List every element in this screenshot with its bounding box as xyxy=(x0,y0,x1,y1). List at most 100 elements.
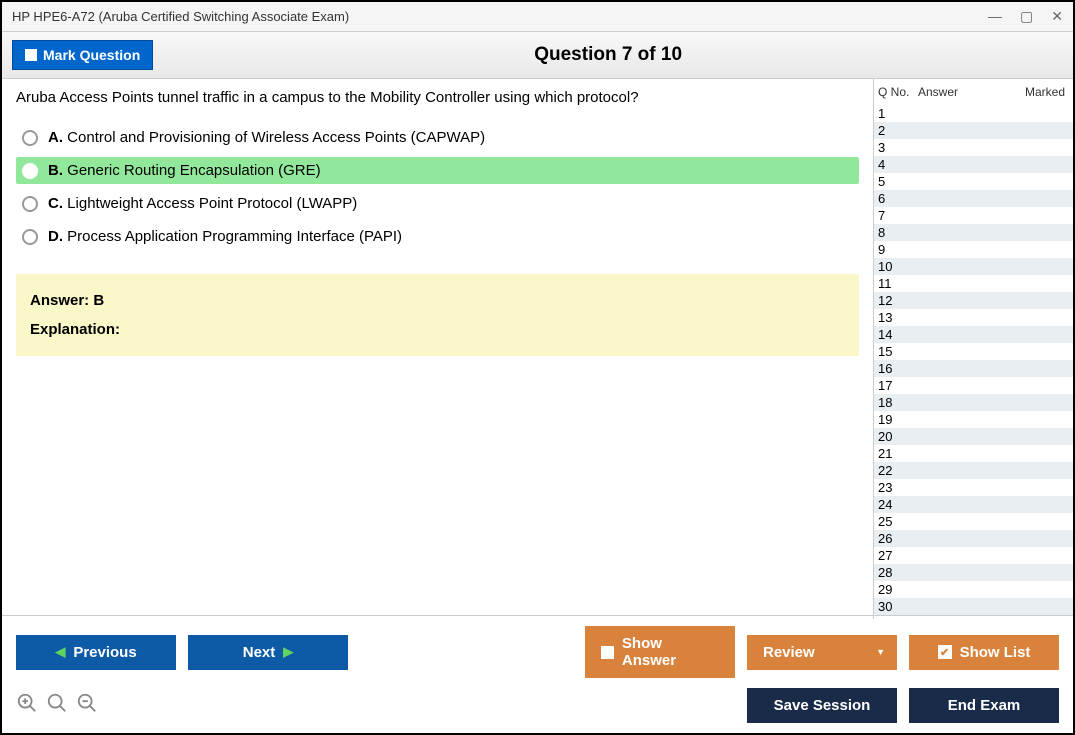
end-exam-button[interactable]: End Exam xyxy=(909,688,1059,723)
zoom-in-icon[interactable] xyxy=(16,692,38,720)
grid-row[interactable]: 28 xyxy=(874,564,1073,581)
previous-label: Previous xyxy=(73,644,136,661)
grid-qno: 11 xyxy=(878,276,918,291)
chevron-right-icon: ▶ xyxy=(283,644,293,660)
show-answer-button[interactable]: Show Answer xyxy=(585,626,735,678)
footer-row-1: ◀ Previous Next ▶ Show Answer Review ▼ ✔… xyxy=(16,626,1059,678)
grid-qno: 24 xyxy=(878,497,918,512)
choice-C[interactable]: C. Lightweight Access Point Protocol (LW… xyxy=(16,190,859,217)
grid-qno: 26 xyxy=(878,531,918,546)
grid-row[interactable]: 1 xyxy=(874,105,1073,122)
choice-label: D. Process Application Programming Inter… xyxy=(48,228,402,245)
grid-row[interactable]: 19 xyxy=(874,411,1073,428)
footer: ◀ Previous Next ▶ Show Answer Review ▼ ✔… xyxy=(2,615,1073,733)
grid-row[interactable]: 5 xyxy=(874,173,1073,190)
choice-label: A. Control and Provisioning of Wireless … xyxy=(48,129,485,146)
grid-row[interactable]: 22 xyxy=(874,462,1073,479)
close-icon[interactable]: ✕ xyxy=(1051,8,1063,25)
zoom-out-icon[interactable] xyxy=(76,692,98,720)
next-button[interactable]: Next ▶ xyxy=(188,635,348,670)
choice-A[interactable]: A. Control and Provisioning of Wireless … xyxy=(16,124,859,151)
grid-qno: 9 xyxy=(878,242,918,257)
grid-row[interactable]: 11 xyxy=(874,275,1073,292)
question-list-panel: Q No. Answer Marked 12345678910111213141… xyxy=(873,79,1073,619)
minimize-icon[interactable]: — xyxy=(988,8,1002,25)
grid-row[interactable]: 30 xyxy=(874,598,1073,615)
grid-qno: 10 xyxy=(878,259,918,274)
chevron-left-icon: ◀ xyxy=(55,644,65,660)
grid-row[interactable]: 20 xyxy=(874,428,1073,445)
save-session-button[interactable]: Save Session xyxy=(747,688,897,723)
grid-row[interactable]: 14 xyxy=(874,326,1073,343)
grid-row[interactable]: 7 xyxy=(874,207,1073,224)
previous-button[interactable]: ◀ Previous xyxy=(16,635,176,670)
grid-qno: 8 xyxy=(878,225,918,240)
grid-qno: 3 xyxy=(878,140,918,155)
maximize-icon[interactable]: ▢ xyxy=(1020,8,1033,25)
end-exam-label: End Exam xyxy=(948,697,1021,714)
question-grid[interactable]: 1234567891011121314151617181920212223242… xyxy=(874,105,1073,619)
grid-qno: 12 xyxy=(878,293,918,308)
grid-row[interactable]: 4 xyxy=(874,156,1073,173)
next-label: Next xyxy=(243,644,276,661)
window-controls: — ▢ ✕ xyxy=(988,8,1063,25)
header-bar: Mark Question Question 7 of 10 xyxy=(2,32,1073,79)
choice-label: B. Generic Routing Encapsulation (GRE) xyxy=(48,162,321,179)
grid-row[interactable]: 9 xyxy=(874,241,1073,258)
checkbox-icon xyxy=(601,646,614,659)
grid-row[interactable]: 8 xyxy=(874,224,1073,241)
radio-icon xyxy=(22,229,38,245)
chevron-down-icon: ▼ xyxy=(876,647,885,657)
col-answer: Answer xyxy=(918,85,1014,99)
show-list-button[interactable]: ✔ Show List xyxy=(909,635,1059,670)
col-marked: Marked xyxy=(1014,85,1069,99)
save-session-label: Save Session xyxy=(774,697,871,714)
grid-qno: 16 xyxy=(878,361,918,376)
grid-row[interactable]: 26 xyxy=(874,530,1073,547)
grid-row[interactable]: 25 xyxy=(874,513,1073,530)
grid-qno: 2 xyxy=(878,123,918,138)
show-answer-label: Show Answer xyxy=(622,635,719,669)
grid-row[interactable]: 3 xyxy=(874,139,1073,156)
grid-row[interactable]: 12 xyxy=(874,292,1073,309)
grid-row[interactable]: 27 xyxy=(874,547,1073,564)
review-label: Review xyxy=(763,644,815,661)
grid-header: Q No. Answer Marked xyxy=(874,79,1073,105)
answer-label: Answer: B xyxy=(30,292,845,309)
radio-icon xyxy=(22,130,38,146)
zoom-controls xyxy=(16,692,98,720)
grid-row[interactable]: 23 xyxy=(874,479,1073,496)
col-qno: Q No. xyxy=(878,85,918,99)
question-panel: Aruba Access Points tunnel traffic in a … xyxy=(2,79,873,619)
checkbox-icon xyxy=(25,49,37,61)
footer-row-2: Save Session End Exam xyxy=(16,688,1059,723)
grid-qno: 1 xyxy=(878,106,918,121)
grid-row[interactable]: 16 xyxy=(874,360,1073,377)
grid-row[interactable]: 29 xyxy=(874,581,1073,598)
choice-B[interactable]: B. Generic Routing Encapsulation (GRE) xyxy=(16,157,859,184)
zoom-reset-icon[interactable] xyxy=(46,692,68,720)
grid-row[interactable]: 15 xyxy=(874,343,1073,360)
grid-qno: 21 xyxy=(878,446,918,461)
grid-qno: 19 xyxy=(878,412,918,427)
grid-qno: 7 xyxy=(878,208,918,223)
answer-box: Answer: B Explanation: xyxy=(16,274,859,356)
grid-row[interactable]: 21 xyxy=(874,445,1073,462)
grid-qno: 29 xyxy=(878,582,918,597)
grid-row[interactable]: 18 xyxy=(874,394,1073,411)
grid-qno: 23 xyxy=(878,480,918,495)
grid-row[interactable]: 17 xyxy=(874,377,1073,394)
grid-row[interactable]: 6 xyxy=(874,190,1073,207)
mark-question-button[interactable]: Mark Question xyxy=(12,40,153,70)
grid-qno: 28 xyxy=(878,565,918,580)
grid-row[interactable]: 24 xyxy=(874,496,1073,513)
grid-row[interactable]: 10 xyxy=(874,258,1073,275)
review-button[interactable]: Review ▼ xyxy=(747,635,897,670)
choice-D[interactable]: D. Process Application Programming Inter… xyxy=(16,223,859,250)
choice-label: C. Lightweight Access Point Protocol (LW… xyxy=(48,195,357,212)
checked-icon: ✔ xyxy=(938,645,952,659)
grid-row[interactable]: 2 xyxy=(874,122,1073,139)
grid-qno: 6 xyxy=(878,191,918,206)
grid-row[interactable]: 13 xyxy=(874,309,1073,326)
radio-icon xyxy=(22,196,38,212)
